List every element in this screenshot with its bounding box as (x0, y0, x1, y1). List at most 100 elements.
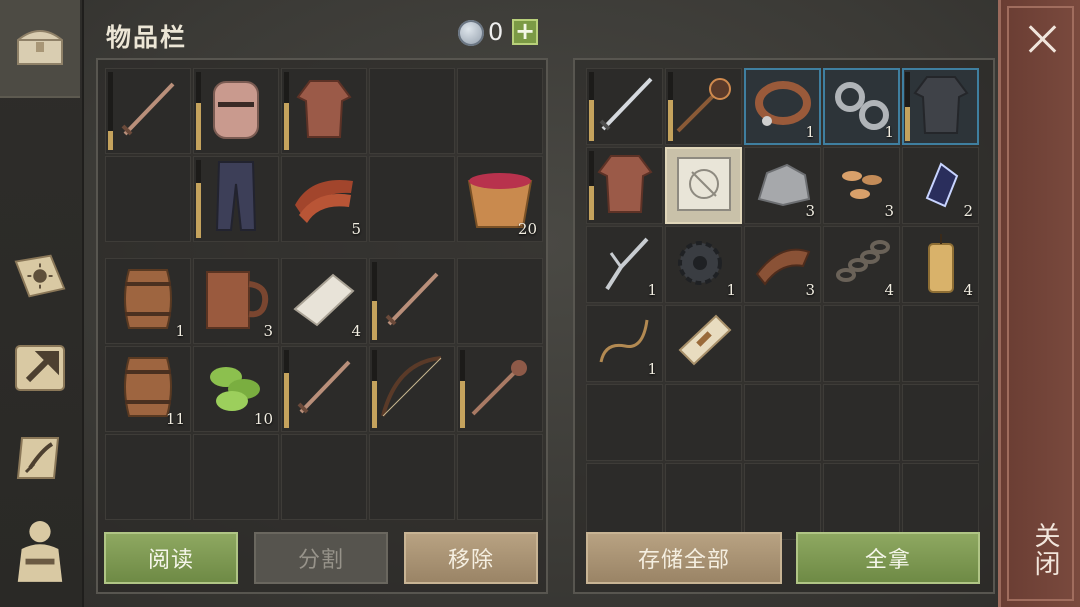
backpack-slot[interactable] (369, 346, 455, 432)
backpack-slot[interactable] (369, 258, 455, 344)
character-icon[interactable] (12, 521, 68, 582)
scroll-bundle-icon (672, 310, 736, 378)
storage-slot[interactable] (744, 305, 821, 382)
equipment-slot[interactable] (369, 156, 455, 242)
backpack-slot[interactable] (281, 434, 367, 520)
durability-bar (589, 151, 594, 220)
backpack-slot[interactable] (281, 346, 367, 432)
durability-bar (196, 72, 201, 150)
storage-slot[interactable] (744, 463, 821, 540)
storage-slot[interactable] (902, 384, 979, 461)
steel-sword-icon (593, 73, 657, 141)
item-quantity: 4 (963, 281, 973, 299)
equipment-slot[interactable] (193, 156, 279, 242)
item-quantity: 1 (726, 281, 736, 299)
sword-icon (289, 352, 359, 426)
durability-bar (196, 160, 201, 238)
close-panel[interactable]: 关闭 (998, 0, 1080, 607)
item-quantity: 20 (517, 220, 537, 238)
leather-collar-icon (753, 77, 813, 137)
take-all-button[interactable]: 全拿 (796, 532, 980, 584)
close-label: 关闭 (1030, 522, 1060, 578)
chainmail-shirt-icon (596, 152, 653, 220)
storage-slot[interactable]: 1 (586, 226, 663, 303)
storage-slot[interactable] (823, 463, 900, 540)
storage-slot[interactable] (586, 147, 663, 224)
coin-icon (458, 20, 484, 46)
item-quantity: 3 (263, 322, 273, 340)
backpack-slot[interactable] (105, 434, 191, 520)
sun-book-icon[interactable] (12, 248, 68, 304)
equipment-slot[interactable] (193, 68, 279, 154)
remove-button[interactable]: 移除 (404, 532, 538, 584)
chainmail-shirt-icon (296, 77, 352, 145)
storage-slot[interactable] (665, 384, 742, 461)
storage-slot[interactable] (902, 305, 979, 382)
item-quantity: 1 (647, 281, 657, 299)
backpack-slot[interactable] (457, 346, 543, 432)
storage-slot[interactable]: 3 (744, 226, 821, 303)
storage-slot[interactable] (902, 463, 979, 540)
storage-slot[interactable] (586, 68, 663, 145)
storage-slot[interactable] (744, 384, 821, 461)
storage-slot[interactable] (823, 305, 900, 382)
shackles-icon (832, 77, 892, 137)
pants-icon (213, 160, 259, 238)
bandage-roll-icon (289, 269, 359, 333)
storage-slot[interactable] (665, 147, 742, 224)
storage-slot[interactable]: 1 (586, 305, 663, 382)
storage-slot[interactable] (665, 463, 742, 540)
storage-slot[interactable] (823, 384, 900, 461)
storage-slot[interactable] (665, 305, 742, 382)
equipment-slot[interactable] (457, 68, 543, 154)
backpack-slot[interactable] (457, 434, 543, 520)
equipment-slot[interactable] (369, 68, 455, 154)
storage-grid: 1 1 3 3 2 1 1 3 4 4 1 (586, 68, 979, 540)
backpack-slot[interactable]: 10 (193, 346, 279, 432)
backpack-slot[interactable] (457, 258, 543, 344)
storage-slot[interactable]: 1 (665, 226, 742, 303)
equipment-slot[interactable]: 20 (457, 156, 543, 242)
equipment-slot[interactable] (105, 156, 191, 242)
candle-icon (921, 230, 961, 300)
storage-slot[interactable]: 1 (744, 68, 821, 145)
close-icon[interactable] (1027, 24, 1057, 54)
storage-slot[interactable]: 4 (902, 226, 979, 303)
add-currency-button[interactable]: + (512, 19, 538, 45)
plate-armor-icon (912, 73, 969, 141)
crafting-icon[interactable] (12, 340, 68, 396)
read-button[interactable]: 阅读 (104, 532, 238, 584)
quest-scroll-icon[interactable] (12, 430, 68, 486)
storage-slot[interactable]: 2 (902, 147, 979, 224)
item-quantity: 4 (884, 281, 894, 299)
store-all-button[interactable]: 存储全部 (586, 532, 782, 584)
storage-slot[interactable] (586, 463, 663, 540)
crystal-icon (913, 156, 969, 216)
wooden-mug-icon (201, 266, 271, 336)
storage-slot[interactable]: 4 (823, 226, 900, 303)
storage-slot[interactable]: 3 (823, 147, 900, 224)
equipment-slot[interactable] (105, 68, 191, 154)
item-quantity: 10 (253, 410, 273, 428)
equipment-slot[interactable] (281, 68, 367, 154)
chain-icon (832, 235, 892, 295)
backpack-slot[interactable] (193, 434, 279, 520)
storage-slot[interactable]: 1 (823, 68, 900, 145)
inventory-tab[interactable] (0, 0, 80, 98)
item-quantity: 1 (175, 322, 185, 340)
split-button[interactable]: 分割 (254, 532, 388, 584)
equipment-slot[interactable]: 5 (281, 156, 367, 242)
backpack-slot[interactable]: 11 (105, 346, 191, 432)
backpack-slot[interactable] (369, 434, 455, 520)
backpack-slot[interactable]: 1 (105, 258, 191, 344)
item-quantity: 11 (165, 410, 185, 428)
storage-slot[interactable]: 3 (744, 147, 821, 224)
storage-slot[interactable] (586, 384, 663, 461)
backpack-slot[interactable]: 4 (281, 258, 367, 344)
chest-icon (12, 18, 68, 74)
storage-slot[interactable] (902, 68, 979, 145)
backpack-slot[interactable]: 3 (193, 258, 279, 344)
currency-count: 0 (488, 18, 504, 46)
storage-slot[interactable] (665, 68, 742, 145)
sword-icon (113, 74, 183, 148)
